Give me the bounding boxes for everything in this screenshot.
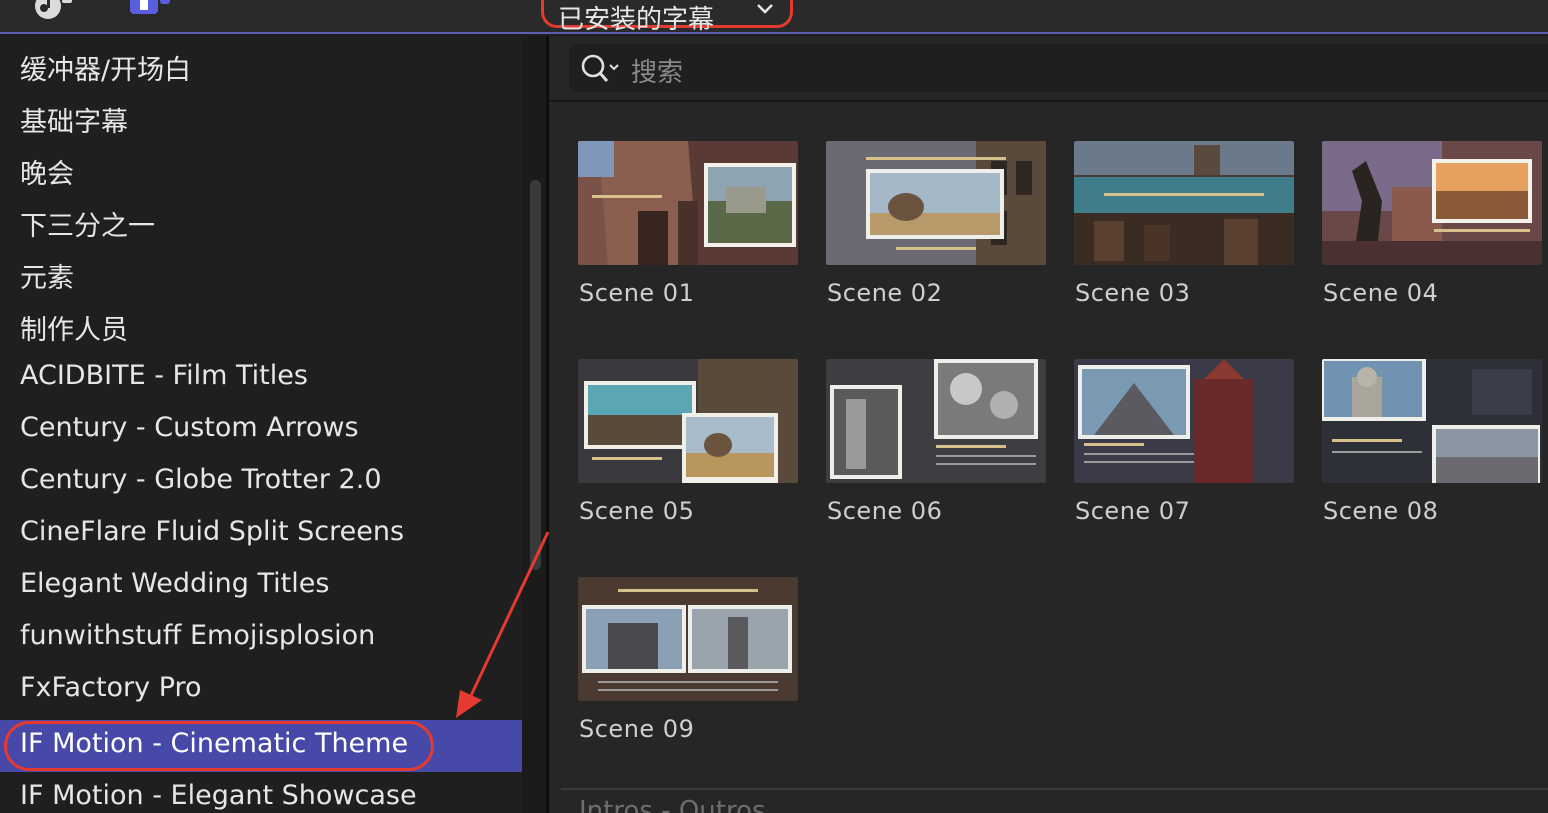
sidebar-item-build-in-out[interactable]: 基础字幕	[0, 92, 522, 144]
title-tile-scene-06[interactable]: Scene 06	[826, 359, 1046, 529]
scene-thumbnail	[578, 359, 798, 483]
sidebar-item-label: 基础字幕	[20, 107, 128, 138]
sidebar-item-label: Century - Custom Arrows	[20, 412, 359, 443]
chevron-down-icon	[754, 1, 776, 15]
top-toolbar: 已安装的字幕	[0, 0, 1548, 35]
tile-label: Scene 06	[827, 497, 943, 525]
sidebar-item-label: 元素	[20, 263, 74, 294]
sidebar-item-label: CineFlare Fluid Split Screens	[20, 516, 405, 547]
dropdown-label: 已安装的字幕	[558, 5, 715, 35]
annotation-arrow-icon	[456, 531, 550, 718]
title-tile-scene-04[interactable]: Scene 04	[1322, 141, 1542, 311]
sidebar-item-label: Elegant Wedding Titles	[20, 568, 330, 599]
titles-source-dropdown[interactable]: 已安装的字幕	[541, 0, 793, 35]
search-placeholder: 搜索	[631, 58, 684, 88]
scene-thumbnail	[578, 577, 798, 701]
title-tile-scene-09[interactable]: Scene 09	[578, 577, 798, 747]
tile-label: Scene 05	[579, 497, 695, 525]
title-icon[interactable]	[128, 0, 174, 20]
section-title-intros-outros: Intros - Outros	[579, 796, 766, 813]
sidebar-item-acidbite-film-titles[interactable]: ACIDBITE - Film Titles	[0, 352, 522, 404]
tile-label: Scene 09	[579, 715, 695, 743]
sidebar-scrollbar[interactable]	[530, 180, 541, 570]
tile-label: Scene 08	[1323, 497, 1439, 525]
sidebar-item-if-motion-elegant-showcase[interactable]: IF Motion - Elegant Showcase	[0, 772, 522, 813]
search-divider	[549, 100, 1548, 102]
title-browser: 搜索 Scene 01 Scene 02 Scene 03 Scene 04 S…	[549, 36, 1548, 813]
sidebar-item-lower-thirds[interactable]: 下三分之一	[0, 196, 522, 248]
sidebar-item-label: Century - Globe Trotter 2.0	[20, 464, 382, 495]
sidebar-item-label: 制作人员	[20, 315, 128, 346]
tile-label: Scene 04	[1323, 279, 1439, 307]
scene-thumbnail	[1074, 359, 1294, 483]
sidebar-item-credits[interactable]: 制作人员	[0, 300, 522, 352]
sidebar-item-label: IF Motion - Cinematic Theme	[20, 728, 409, 759]
scene-thumbnail	[578, 141, 798, 265]
section-divider	[561, 788, 1548, 790]
sidebar-item-label: funwithstuff Emojisplosion	[20, 620, 376, 651]
title-tile-scene-03[interactable]: Scene 03	[1074, 141, 1294, 311]
tile-label: Scene 01	[579, 279, 695, 307]
sidebar-item-century-custom-arrows[interactable]: Century - Custom Arrows	[0, 404, 522, 456]
sidebar-item-label: 下三分之一	[20, 211, 155, 242]
title-tile-scene-02[interactable]: Scene 02	[826, 141, 1046, 311]
scene-thumbnail	[826, 359, 1046, 483]
sidebar-item-label: 晚会	[20, 159, 74, 190]
search-field[interactable]: 搜索	[569, 44, 1548, 92]
sidebar-item-label: ACIDBITE - Film Titles	[20, 360, 308, 391]
scene-thumbnail	[826, 141, 1046, 265]
sidebar-item-label: 缓冲器/开场白	[20, 55, 192, 86]
title-tile-scene-07[interactable]: Scene 07	[1074, 359, 1294, 529]
tile-label: Scene 07	[1075, 497, 1191, 525]
sidebar-item-label: IF Motion - Elegant Showcase	[20, 780, 417, 811]
title-tile-scene-05[interactable]: Scene 05	[578, 359, 798, 529]
scene-thumbnail	[1322, 359, 1542, 483]
title-tile-scene-08[interactable]: Scene 08	[1322, 359, 1542, 529]
sidebar-item-century-globe-trotter[interactable]: Century - Globe Trotter 2.0	[0, 456, 522, 508]
sidebar-item-elements[interactable]: 元素	[0, 248, 522, 300]
search-icon[interactable]	[579, 53, 623, 85]
tile-label: Scene 02	[827, 279, 943, 307]
sidebar-item-bumpers-openers[interactable]: 缓冲器/开场白	[0, 40, 522, 92]
title-tile-scene-01[interactable]: Scene 01	[578, 141, 798, 311]
scene-thumbnail	[1074, 141, 1294, 265]
scene-thumbnail	[1322, 141, 1542, 265]
tile-label: Scene 03	[1075, 279, 1191, 307]
music-note-icon[interactable]	[34, 0, 74, 20]
sidebar-item-label: FxFactory Pro	[20, 672, 202, 703]
sidebar-item-party[interactable]: 晚会	[0, 144, 522, 196]
